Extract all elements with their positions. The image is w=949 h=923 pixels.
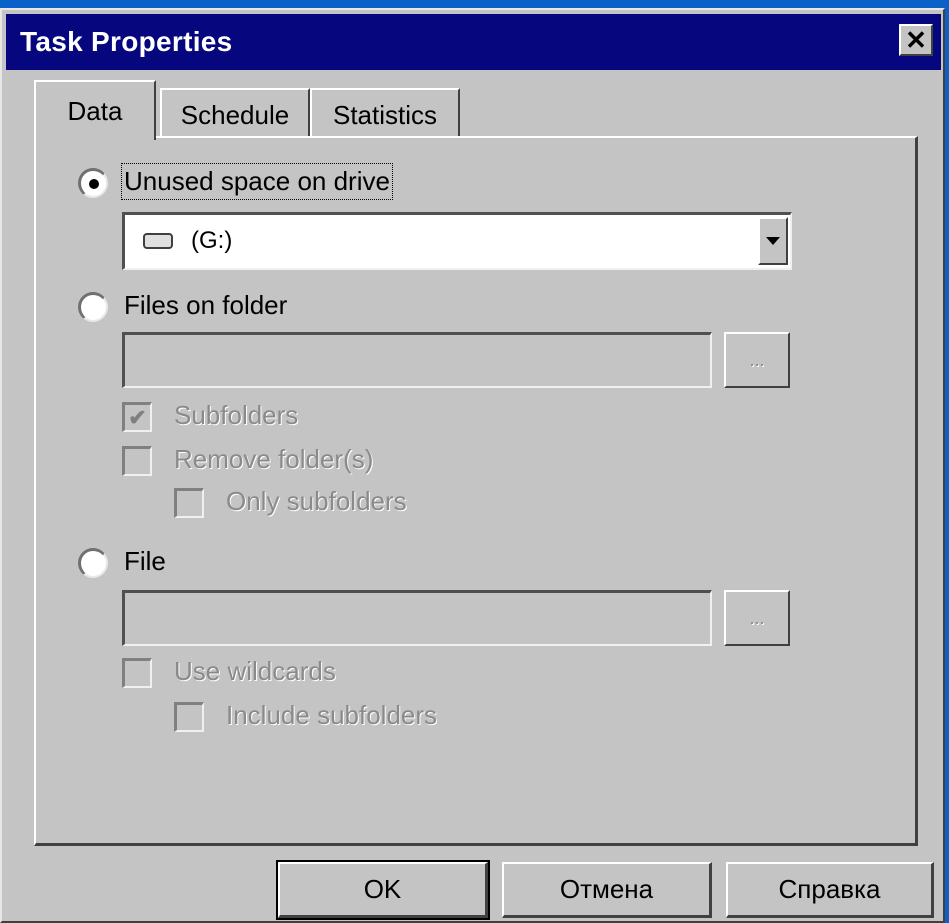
radio-selected-dot (89, 179, 99, 189)
tab-data[interactable]: Data (34, 80, 156, 140)
tab-statistics-label: Statistics (332, 99, 438, 130)
help-button[interactable]: Справка (726, 862, 934, 918)
subfolders-label: Subfolders (174, 400, 299, 430)
folder-path-input[interactable] (122, 332, 712, 388)
ok-button-label: OK (363, 874, 402, 904)
files-on-folder-radio[interactable] (78, 292, 108, 322)
unused-space-radio[interactable] (78, 168, 108, 198)
tab-schedule-label: Schedule (180, 99, 290, 130)
remove-folders-checkbox[interactable] (122, 446, 152, 476)
browse-file-button[interactable]: ... (724, 590, 790, 646)
file-label[interactable]: File (124, 546, 166, 577)
checkmark-icon: ✔ (128, 404, 147, 430)
file-path-input[interactable] (122, 590, 712, 646)
help-button-label: Справка (778, 874, 881, 904)
use-wildcards-checkbox[interactable] (122, 658, 152, 688)
drive-icon (143, 233, 173, 249)
browse-file-label: ... (749, 607, 765, 628)
files-on-folder-label[interactable]: Files on folder (124, 290, 287, 321)
browse-folder-label: ... (749, 349, 765, 370)
close-icon: ✕ (905, 25, 927, 55)
tab-schedule[interactable]: Schedule (160, 88, 310, 140)
only-subfolders-checkbox[interactable] (174, 488, 204, 518)
task-properties-dialog: Task Properties ✕ Data Schedule Statisti… (0, 8, 945, 923)
only-subfolders-label: Only subfolders (226, 486, 407, 516)
window-title: Task Properties (20, 26, 233, 57)
drive-select[interactable]: (G:) (122, 212, 792, 270)
cancel-button-label: Отмена (559, 874, 654, 904)
ok-button[interactable]: OK (276, 860, 490, 920)
subfolders-checkbox[interactable]: ✔ (122, 402, 152, 432)
drive-select-dropdown-button[interactable] (758, 217, 788, 265)
chevron-down-icon (766, 237, 780, 245)
include-subfolders-checkbox[interactable] (174, 702, 204, 732)
include-subfolders-label: Include subfolders (226, 700, 438, 730)
browse-folder-button[interactable]: ... (724, 332, 790, 388)
tab-statistics[interactable]: Statistics (310, 88, 460, 140)
tab-data-label: Data (67, 95, 123, 126)
close-button[interactable]: ✕ (899, 24, 933, 56)
drive-select-value: (G:) (191, 227, 233, 254)
remove-folders-label: Remove folder(s) (174, 444, 374, 474)
title-bar[interactable]: Task Properties ✕ (6, 14, 941, 70)
cancel-button[interactable]: Отмена (502, 862, 712, 918)
file-radio[interactable] (78, 548, 108, 578)
use-wildcards-label: Use wildcards (174, 656, 336, 686)
unused-space-label[interactable]: Unused space on drive (121, 163, 393, 200)
